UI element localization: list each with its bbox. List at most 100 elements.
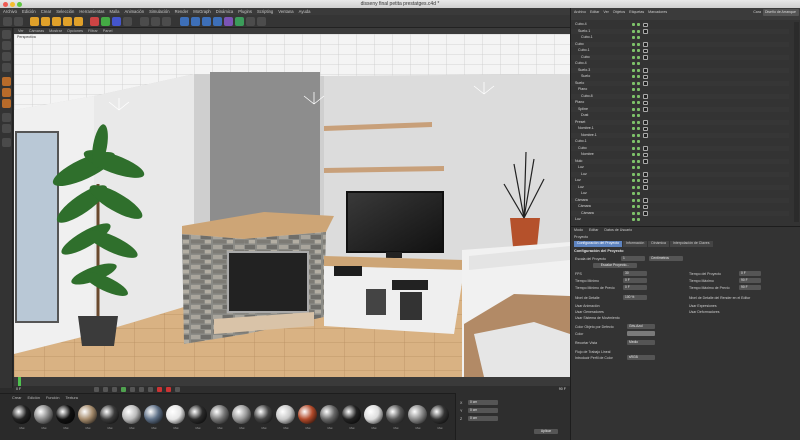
material-menu-item[interactable]: Crear (12, 396, 22, 400)
material-swatch[interactable] (12, 405, 31, 424)
clipping-dropdown[interactable]: Medio (627, 340, 655, 345)
workplane-mode-icon[interactable] (2, 63, 11, 72)
object-menu-item[interactable]: Ver (603, 10, 608, 14)
material-menu-item[interactable]: Textura (65, 396, 77, 400)
tab-dynamics[interactable]: Dinámica (648, 241, 669, 247)
enable-check-icon[interactable] (637, 166, 640, 169)
visibility-dot[interactable] (632, 42, 635, 46)
visibility-dot[interactable] (632, 140, 635, 143)
tag-icon[interactable] (643, 29, 648, 34)
material-swatch[interactable] (408, 405, 427, 424)
tag-icon[interactable] (643, 48, 648, 53)
start-frame-field[interactable]: 0 F (16, 387, 21, 391)
project-time-field[interactable]: 0 F (739, 271, 761, 276)
menu-item[interactable]: Malla (110, 8, 120, 15)
keyframe-selection-icon[interactable] (175, 387, 180, 392)
floor-icon[interactable] (235, 17, 244, 26)
visibility-dot[interactable] (632, 68, 635, 72)
previous-key-icon[interactable] (103, 387, 108, 392)
material-swatch[interactable] (364, 405, 383, 424)
object-row[interactable]: Suelo (571, 74, 789, 80)
visibility-dot[interactable] (632, 114, 635, 117)
attribute-menu-item[interactable]: Datos de Usuario (604, 228, 632, 232)
object-row[interactable]: Cubo.1 (571, 35, 789, 41)
object-row[interactable]: Spline (571, 106, 789, 112)
menu-item[interactable]: Animación (125, 8, 145, 15)
visibility-dot[interactable] (632, 94, 635, 98)
enable-check-icon[interactable] (637, 49, 640, 52)
bend-deformer-icon[interactable] (224, 17, 233, 26)
end-frame-field[interactable]: 90 F (559, 387, 566, 391)
tag-icon[interactable] (643, 94, 648, 99)
tag-icon[interactable] (643, 178, 648, 183)
next-frame-icon[interactable] (130, 387, 135, 392)
play-icon[interactable] (121, 387, 126, 392)
material-swatch[interactable] (320, 405, 339, 424)
enable-check-icon[interactable] (637, 172, 640, 176)
enable-check-icon[interactable] (637, 192, 640, 195)
visibility-dot[interactable] (632, 153, 635, 156)
tab-project-settings[interactable]: Configuración del Proyecto (574, 241, 623, 247)
tag-icon[interactable] (643, 152, 648, 157)
object-menu-item[interactable]: Archivo (574, 10, 586, 14)
enable-check-icon[interactable] (637, 179, 640, 182)
move-icon[interactable] (41, 17, 50, 26)
object-menu-item[interactable]: Objetos (613, 10, 625, 14)
object-row[interactable]: Cubo (571, 54, 789, 60)
tag-icon[interactable] (643, 198, 648, 203)
menu-item[interactable]: Ayuda (299, 8, 311, 15)
object-menu-item[interactable]: Etiquetas (629, 10, 644, 14)
visibility-dot[interactable] (632, 49, 635, 52)
material-swatch[interactable] (56, 405, 75, 424)
menu-item[interactable]: Archivo (3, 8, 17, 15)
object-row[interactable]: Suelo.3 (571, 67, 789, 73)
material-swatch[interactable] (100, 405, 119, 424)
tag-icon[interactable] (643, 159, 648, 164)
material-swatch[interactable] (232, 405, 251, 424)
z-axis-icon[interactable] (112, 17, 121, 26)
object-row[interactable]: Cubo.8 (571, 93, 789, 99)
scale-field[interactable]: 1 (621, 256, 645, 261)
make-editable-icon[interactable] (2, 30, 11, 39)
material-swatch[interactable] (210, 405, 229, 424)
material-swatch[interactable] (166, 405, 185, 424)
enable-check-icon[interactable] (637, 68, 640, 72)
coord-x-field[interactable]: 0 cm (468, 400, 498, 405)
polygons-mode-icon[interactable] (2, 99, 11, 108)
object-row[interactable]: Suelo (571, 80, 789, 86)
visibility-dot[interactable] (632, 36, 635, 39)
menu-item[interactable]: Selección (56, 8, 74, 15)
coordinate-system-icon[interactable] (123, 17, 132, 26)
visibility-dot[interactable] (632, 127, 635, 130)
attribute-menu-item[interactable]: Editar (589, 228, 598, 232)
enable-check-icon[interactable] (637, 153, 640, 156)
enable-check-icon[interactable] (637, 36, 640, 39)
visibility-dot[interactable] (632, 172, 635, 176)
object-row[interactable]: Nulo (571, 158, 789, 164)
enable-check-icon[interactable] (637, 140, 640, 143)
object-row[interactable]: Cubo.1 (571, 139, 789, 145)
enable-check-icon[interactable] (637, 127, 640, 130)
object-list-scrollbar[interactable] (794, 22, 799, 222)
max-time-field[interactable]: 90 F (739, 278, 761, 283)
object-row[interactable]: Plano (571, 87, 789, 93)
enable-check-icon[interactable] (637, 94, 640, 98)
material-swatch[interactable] (298, 405, 317, 424)
tag-icon[interactable] (643, 81, 648, 86)
enable-check-icon[interactable] (637, 218, 640, 221)
fps-field[interactable]: 30 (623, 271, 647, 276)
material-menu-item[interactable]: Edición (28, 396, 40, 400)
preview-min-field[interactable]: 0 F (623, 285, 647, 290)
visibility-dot[interactable] (632, 198, 635, 202)
min-time-field[interactable]: 0 F (623, 278, 647, 283)
object-row[interactable]: Nombre.1 (571, 132, 789, 138)
visibility-dot[interactable] (632, 218, 635, 221)
render-view-icon[interactable] (140, 17, 149, 26)
menu-item[interactable]: Render (175, 8, 189, 15)
object-row[interactable]: Plano (571, 100, 789, 106)
tag-icon[interactable] (643, 74, 648, 79)
texture-mode-icon[interactable] (2, 52, 11, 61)
material-swatch[interactable] (342, 405, 361, 424)
enable-check-icon[interactable] (637, 205, 640, 208)
material-swatch[interactable] (276, 405, 295, 424)
